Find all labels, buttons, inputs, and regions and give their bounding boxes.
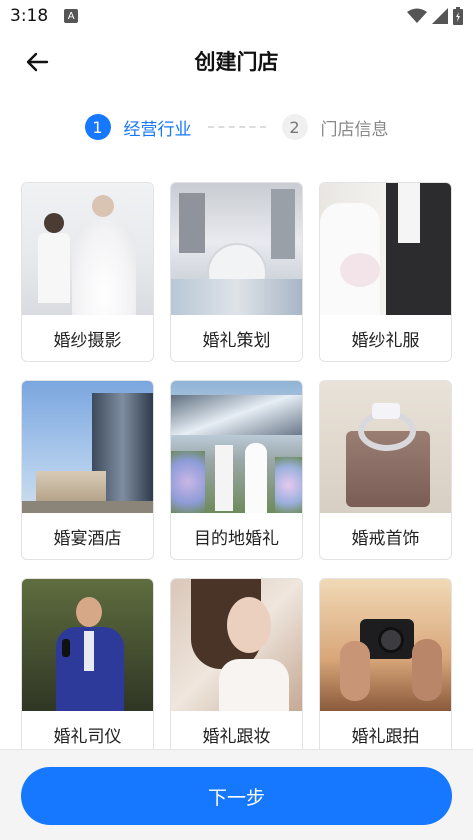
industry-card-wedding-photography[interactable]: 婚纱摄影 [21, 182, 154, 362]
next-button[interactable]: 下一步 [21, 767, 452, 825]
industry-card-wedding-planning[interactable]: 婚礼策划 [170, 182, 303, 362]
status-bar: 3:18 A [0, 0, 473, 32]
industry-image [22, 183, 153, 315]
industry-label: 目的地婚礼 [194, 528, 279, 549]
stepper: 1 经营行业 2 门店信息 [0, 110, 473, 144]
industry-image [320, 183, 451, 315]
notification-badge: A [64, 9, 79, 23]
industry-image [22, 579, 153, 711]
industry-image [171, 579, 302, 711]
industry-label: 婚纱礼服 [351, 330, 420, 351]
industry-image [320, 381, 451, 513]
status-time: 3:18 [10, 6, 49, 26]
arrow-left-icon [26, 52, 49, 72]
industry-label: 婚礼策划 [202, 330, 271, 351]
industry-card-wedding-host[interactable]: 婚礼司仪 [21, 578, 154, 758]
industry-image [171, 381, 302, 513]
step-2-number: 2 [281, 114, 308, 140]
wifi-icon [407, 8, 427, 23]
industry-card-destination-wedding[interactable]: 目的地婚礼 [170, 380, 303, 560]
industry-label: 婚戒首饰 [351, 528, 420, 549]
signal-icon [432, 8, 448, 24]
app-bar: 创建门店 [0, 32, 473, 90]
industry-card-wedding-dress[interactable]: 婚纱礼服 [319, 182, 452, 362]
industry-card-wedding-makeup[interactable]: 婚礼跟妆 [170, 578, 303, 758]
industry-card-wedding-hotel[interactable]: 婚宴酒店 [21, 380, 154, 560]
industry-image [22, 381, 153, 513]
industry-image [171, 183, 302, 315]
industry-image [320, 579, 451, 711]
industry-card-wedding-videography[interactable]: 婚礼跟拍 [319, 578, 452, 758]
step-2-label: 门店信息 [320, 119, 389, 140]
battery-icon [453, 7, 463, 25]
page-title: 创建门店 [194, 50, 279, 74]
step-1-label: 经营行业 [123, 119, 192, 140]
step-1-number: 1 [84, 114, 111, 140]
industry-label: 婚纱摄影 [53, 330, 122, 351]
back-button[interactable] [22, 48, 52, 76]
step-divider [207, 126, 266, 128]
industry-card-wedding-rings[interactable]: 婚戒首饰 [319, 380, 452, 560]
industry-grid: 婚纱摄影 婚礼策划 婚纱礼服 婚宴酒店 目的地婚礼 婚戒首饰 婚礼司仪 婚礼跟妆… [21, 182, 452, 758]
status-icons [407, 7, 463, 25]
industry-label: 婚宴酒店 [53, 528, 122, 549]
